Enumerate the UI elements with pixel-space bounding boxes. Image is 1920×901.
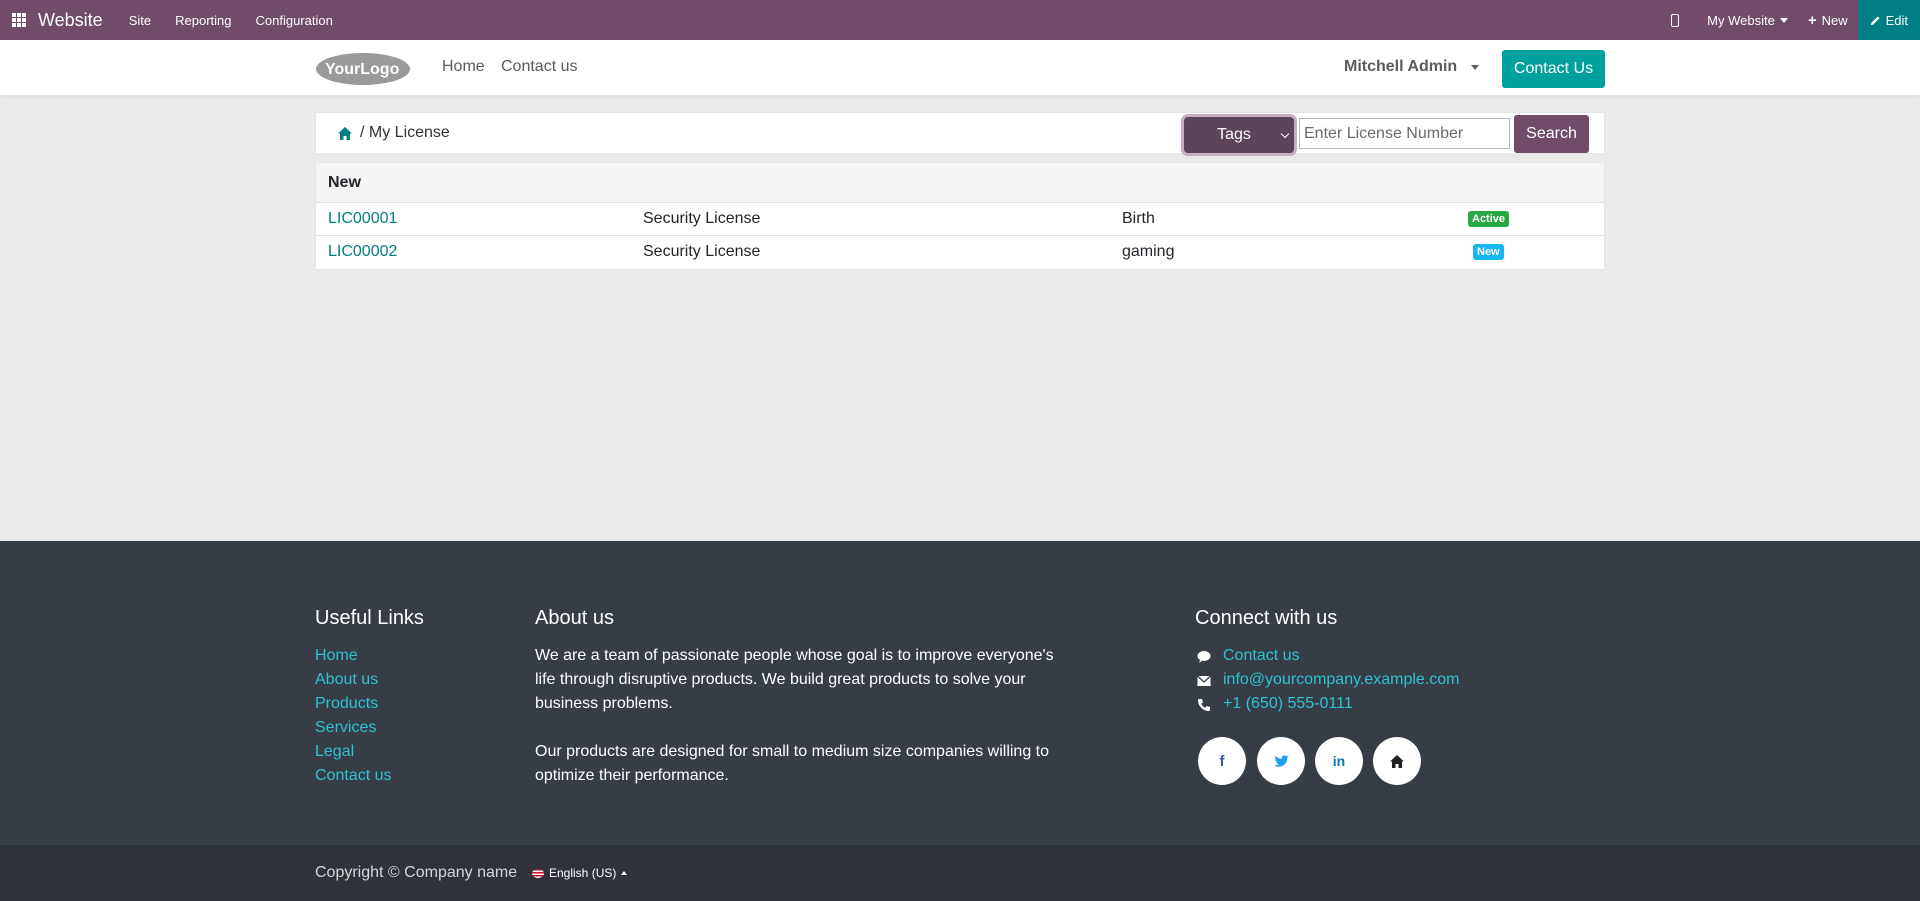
license-type: Security License	[643, 210, 761, 227]
footer-link-products[interactable]: Products	[315, 695, 378, 713]
new-label: New	[1821, 12, 1848, 28]
footer-link-about[interactable]: About us	[315, 671, 378, 689]
license-number-link[interactable]: LIC00001	[328, 210, 397, 228]
license-type: Security License	[643, 243, 761, 260]
status-badge: New	[1473, 244, 1504, 260]
about-line: We are a team of passionate people whose…	[535, 647, 1054, 664]
pencil-icon	[1870, 15, 1880, 25]
linkedin-icon: in	[1332, 753, 1346, 769]
copyright-text: Copyright © Company name	[315, 864, 518, 881]
nav-contact-us[interactable]: Contact us	[501, 58, 577, 76]
footer-link-home[interactable]: Home	[315, 647, 358, 665]
table-row[interactable]: LIC00002 Security License gaming New	[316, 236, 1604, 269]
table-row[interactable]: LIC00001 Security License Birth Active	[316, 203, 1604, 236]
user-name: Mitchell Admin	[1344, 58, 1458, 75]
breadcrumb-current: / My License	[360, 124, 450, 141]
facebook-icon: f	[1219, 752, 1225, 770]
twitter-button[interactable]	[1257, 737, 1305, 785]
menu-configuration[interactable]: Configuration	[255, 13, 332, 28]
comment-icon	[1197, 651, 1211, 663]
license-number-input[interactable]	[1299, 118, 1510, 149]
envelope-icon	[1197, 675, 1211, 686]
home-social-button[interactable]	[1373, 737, 1421, 785]
chevron-down-icon	[1471, 64, 1480, 70]
connect-phone-link[interactable]: +1 (650) 555-0111	[1223, 695, 1353, 713]
apps-menu-icon[interactable]	[0, 0, 38, 40]
chevron-up-icon	[621, 871, 628, 875]
plus-icon: +	[1807, 11, 1817, 29]
linkedin-button[interactable]: in	[1315, 737, 1363, 785]
app-brand[interactable]: Website	[38, 10, 103, 31]
about-title: About us	[535, 607, 614, 629]
about-line: business problems.	[535, 695, 673, 712]
us-flag-icon	[532, 868, 544, 878]
menu-reporting[interactable]: Reporting	[175, 13, 231, 28]
edit-button[interactable]: Edit	[1857, 0, 1920, 40]
home-icon	[1390, 754, 1404, 768]
chevron-down-icon	[1280, 129, 1290, 139]
contact-us-button[interactable]: Contact Us	[1502, 50, 1605, 88]
svg-text:YourLogo: YourLogo	[325, 61, 400, 78]
license-table: New LIC00001 Security License Birth Acti…	[315, 162, 1605, 270]
connect-contact-link[interactable]: Contact us	[1223, 647, 1299, 665]
about-line: Our products are designed for small to m…	[535, 743, 1050, 760]
mobile-preview-button[interactable]	[1671, 13, 1680, 27]
admin-navbar: Website Site Reporting Configuration My …	[0, 0, 1920, 40]
home-icon[interactable]	[338, 127, 352, 140]
useful-links-title: Useful Links	[315, 607, 424, 629]
footer-link-legal[interactable]: Legal	[315, 743, 354, 761]
edit-label: Edit	[1885, 12, 1908, 28]
chevron-down-icon	[1779, 17, 1788, 23]
connect-title: Connect with us	[1195, 607, 1338, 629]
facebook-button[interactable]: f	[1198, 737, 1246, 785]
about-line: life through disruptive products. We bui…	[535, 671, 1026, 688]
search-button[interactable]: Search	[1514, 115, 1589, 153]
license-tag: gaming	[1122, 243, 1175, 260]
user-menu[interactable]: Mitchell Admin	[1344, 58, 1480, 76]
status-badge: Active	[1468, 211, 1510, 227]
connect-email-link[interactable]: info@yourcompany.example.com	[1223, 671, 1460, 689]
copyright-bar: Copyright © Company name English (US)	[0, 845, 1920, 901]
table-group-header: New	[316, 163, 1604, 203]
tags-filter-select[interactable]: Tags	[1184, 117, 1294, 153]
phone-icon	[1198, 699, 1210, 711]
language-selector[interactable]: English (US)	[532, 866, 628, 880]
license-number-link[interactable]: LIC00002	[328, 243, 397, 261]
mobile-icon	[1671, 13, 1680, 27]
website-switcher[interactable]: My Website	[1707, 13, 1788, 28]
license-tag: Birth	[1122, 210, 1155, 227]
group-header-label: New	[328, 174, 361, 191]
company-logo[interactable]: YourLogo	[315, 50, 411, 86]
nav-home[interactable]: Home	[442, 58, 485, 76]
site-footer: Useful Links Home About us Products Serv…	[0, 541, 1920, 845]
tags-select-label: Tags	[1217, 126, 1251, 143]
menu-site[interactable]: Site	[129, 13, 151, 28]
language-label: English (US)	[549, 866, 617, 880]
site-header: YourLogo Home Contact us Mitchell Admin …	[0, 40, 1920, 96]
website-switcher-label: My Website	[1707, 12, 1775, 28]
footer-link-contact[interactable]: Contact us	[315, 767, 391, 785]
breadcrumb-bar: / My License Tags Search	[315, 112, 1605, 154]
footer-link-services[interactable]: Services	[315, 719, 376, 737]
twitter-icon	[1273, 754, 1289, 767]
about-line: optimize their performance.	[535, 767, 729, 784]
new-content-button[interactable]: + New	[1808, 12, 1848, 29]
